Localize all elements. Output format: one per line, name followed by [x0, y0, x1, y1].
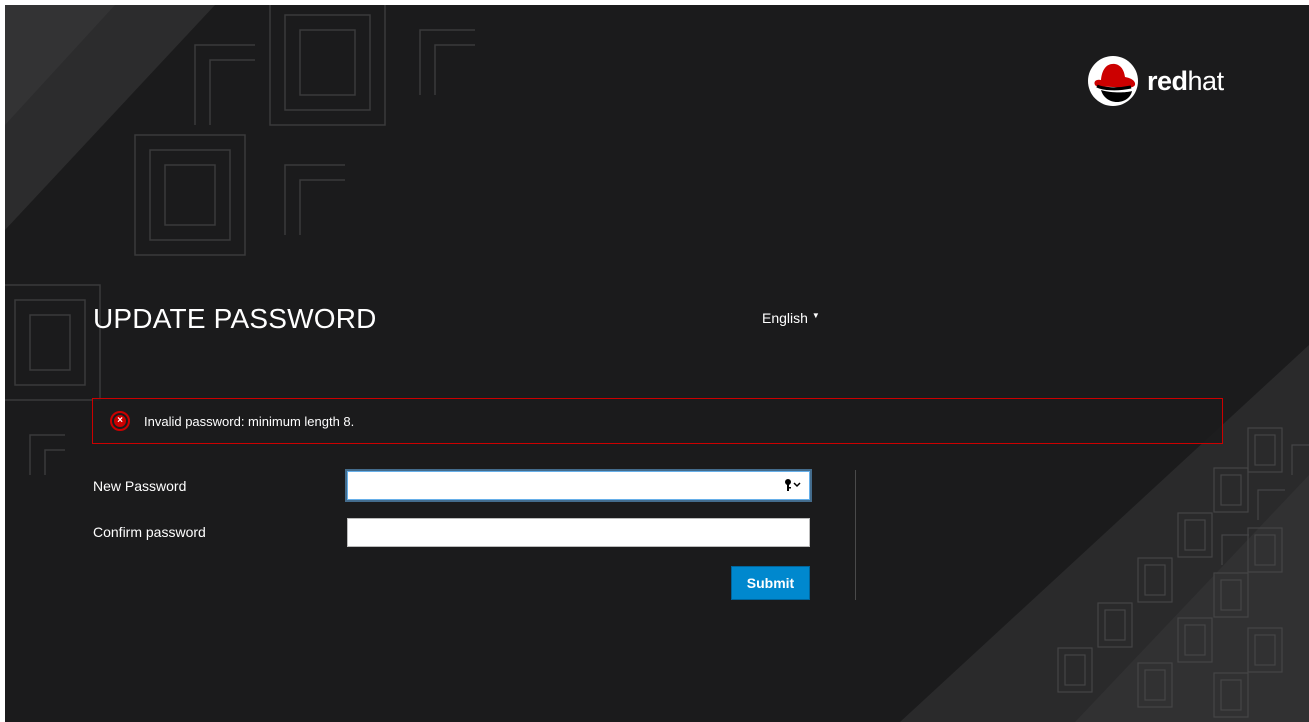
- password-key-icon[interactable]: [783, 477, 803, 493]
- redhat-wordmark: redhat: [1147, 65, 1225, 96]
- redhat-logo: redhat: [1087, 55, 1224, 107]
- error-alert: × Invalid password: minimum length 8.: [92, 398, 1223, 444]
- brand-name-light: hat: [1187, 65, 1225, 96]
- submit-button[interactable]: Submit: [731, 566, 810, 600]
- error-circle-icon: ×: [110, 411, 130, 431]
- background-pattern: [5, 5, 1309, 722]
- error-message: Invalid password: minimum length 8.: [144, 413, 355, 429]
- confirm-password-label: Confirm password: [93, 524, 206, 540]
- brand-name-bold: red: [1147, 65, 1188, 96]
- chevron-down-icon: ▼: [811, 310, 820, 320]
- page-title: UPDATE PASSWORD: [93, 303, 377, 334]
- login-screen: redhat UPDATE PASSWORD English ▼ × Inval…: [5, 5, 1309, 722]
- new-password-input[interactable]: [347, 471, 810, 500]
- confirm-password-input[interactable]: [347, 518, 810, 547]
- form-divider: [855, 470, 856, 600]
- language-selector[interactable]: English ▼: [762, 310, 820, 326]
- redhat-logo-icon: [1088, 56, 1138, 106]
- new-password-label: New Password: [93, 478, 187, 494]
- language-selected-label: English: [762, 310, 808, 326]
